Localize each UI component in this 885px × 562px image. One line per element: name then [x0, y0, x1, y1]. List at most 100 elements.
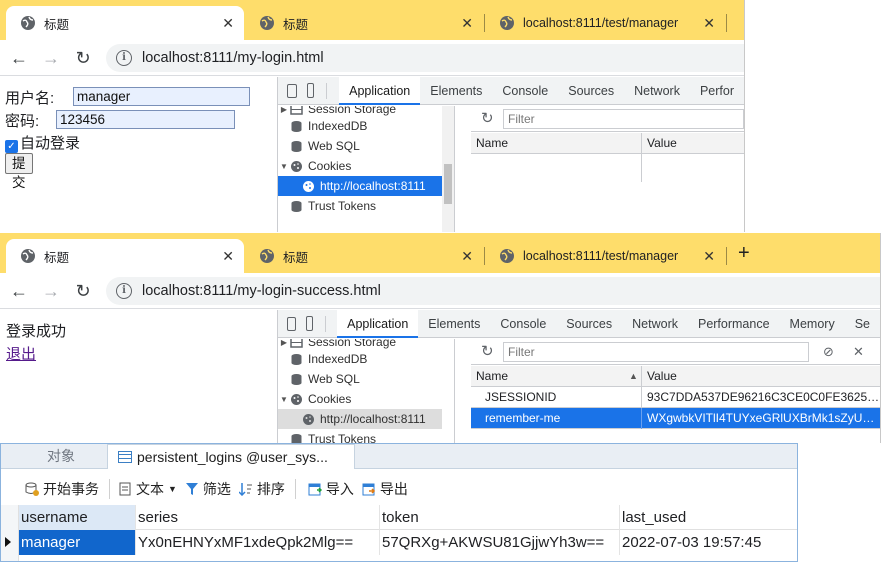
cell-last-used[interactable]: 2022-07-03 19:57:45	[620, 530, 797, 555]
forward-arrow-icon[interactable]: →	[40, 47, 62, 69]
globe-icon	[260, 249, 274, 263]
column-last-used[interactable]: last_used	[620, 505, 797, 530]
tab-2[interactable]: 标题 ✕	[245, 6, 483, 40]
tree-indexeddb[interactable]: IndexedDB	[278, 349, 442, 369]
scrollbar[interactable]	[442, 106, 454, 232]
tab-2[interactable]: 标题 ✕	[245, 239, 483, 273]
column-name[interactable]: Name	[471, 133, 642, 154]
username-input[interactable]: manager	[73, 87, 250, 106]
tab-separator	[726, 14, 727, 32]
collapse-arrow-icon[interactable]: ▼	[278, 162, 290, 171]
device-toggle-icon[interactable]	[307, 83, 315, 98]
info-icon[interactable]: i	[116, 50, 132, 66]
tab-objects[interactable]: 对象	[37, 444, 107, 469]
sort-ascending-icon[interactable]: ▲	[629, 366, 638, 387]
dropdown-arrow-icon[interactable]: ▼	[168, 484, 177, 494]
collapse-arrow-icon[interactable]: ▼	[278, 395, 290, 404]
database-icon	[291, 140, 302, 152]
tab-1[interactable]: 标题 ✕	[6, 6, 244, 40]
column-value[interactable]: Value	[642, 366, 880, 387]
cell-series[interactable]: Yx0nEHNYxMF1xdeQpk2Mlg==	[136, 530, 380, 555]
tab-performance[interactable]: Perfor	[690, 77, 744, 105]
forward-arrow-icon[interactable]: →	[40, 280, 62, 302]
close-icon[interactable]: ✕	[853, 344, 864, 360]
tab-network[interactable]: Network	[624, 77, 690, 105]
text-button[interactable]: 文本 ▼	[118, 479, 177, 499]
tree-websql[interactable]: Web SQL	[278, 136, 442, 156]
tab-3[interactable]: localhost:8111/test/manager ✕	[485, 6, 725, 40]
address-bar[interactable]: i localhost:8111/my-login-success.html	[106, 277, 880, 305]
back-arrow-icon[interactable]: ←	[8, 280, 30, 302]
device-toggle-icon[interactable]	[305, 316, 313, 331]
info-icon[interactable]: i	[116, 283, 132, 299]
tab-3[interactable]: localhost:8111/test/manager ✕	[485, 239, 725, 273]
expand-arrow-icon[interactable]: ▶	[278, 339, 290, 347]
column-series[interactable]: series	[136, 505, 380, 530]
inspect-icon[interactable]	[287, 316, 296, 331]
import-icon	[308, 483, 322, 496]
tree-indexeddb[interactable]: IndexedDB	[278, 116, 442, 136]
filter-input[interactable]: Filter	[503, 342, 809, 362]
tab-application[interactable]: Application	[337, 309, 419, 338]
import-button[interactable]: 导入	[308, 479, 354, 499]
expand-arrow-icon[interactable]: ▶	[278, 106, 290, 114]
submit-button[interactable]: 提交	[5, 153, 33, 190]
clear-filtered-icon[interactable]: ⊘	[823, 344, 834, 360]
address-bar[interactable]: i localhost:8111/my-login.html	[106, 44, 744, 72]
tree-cookies[interactable]: ▼ Cookies	[278, 156, 442, 176]
sort-button[interactable]: 排序	[238, 479, 285, 499]
tab-application[interactable]: Application	[339, 76, 421, 105]
new-tab-button[interactable]: +	[738, 243, 750, 263]
export-button[interactable]: 导出	[362, 479, 408, 499]
remember-checkbox[interactable]: ✓	[5, 140, 18, 153]
close-icon[interactable]: ✕	[461, 15, 473, 31]
filter-button[interactable]: 筛选	[185, 479, 231, 499]
tab-memory[interactable]: Memory	[780, 310, 845, 338]
cookie-pane: ↻ Filter Name Value	[471, 106, 744, 232]
browser-window-login: 标题 ✕ 标题 ✕ localhost:8111/test/manager ✕ …	[0, 0, 745, 232]
tab-console[interactable]: Console	[492, 77, 558, 105]
begin-transaction-button[interactable]: 开始事务	[25, 479, 99, 499]
devtools-panel: Application Elements Console Sources Net…	[277, 309, 880, 443]
cell-username[interactable]: manager	[19, 530, 136, 555]
password-input[interactable]: 123456	[56, 110, 235, 129]
close-icon[interactable]: ✕	[222, 248, 234, 264]
tab-1[interactable]: 标题 ✕	[6, 239, 244, 273]
close-icon[interactable]: ✕	[703, 248, 715, 264]
cell-token[interactable]: 57QRXg+AKWSU81GjjwYh3w==	[380, 530, 620, 555]
reload-icon[interactable]: ↻	[72, 47, 94, 69]
cookie-row-jsessionid[interactable]: JSESSIONID 93C7DDA537DE96216C3CE0C0FE362…	[471, 387, 880, 408]
close-icon[interactable]: ✕	[222, 15, 234, 31]
logout-link[interactable]: 退出	[6, 343, 36, 364]
table-row[interactable]: manager Yx0nEHNYxMF1xdeQpk2Mlg== 57QRXg+…	[5, 530, 797, 555]
tree-cookie-origin[interactable]: http://localhost:8111	[278, 409, 442, 429]
tab-elements[interactable]: Elements	[420, 77, 492, 105]
column-token[interactable]: token	[380, 505, 620, 530]
filter-input[interactable]: Filter	[503, 109, 744, 129]
tab-console[interactable]: Console	[490, 310, 556, 338]
tab-persistent-logins[interactable]: persistent_logins @user_sys...	[107, 444, 355, 469]
tab-elements[interactable]: Elements	[418, 310, 490, 338]
tab-performance[interactable]: Performance	[688, 310, 780, 338]
tab-security[interactable]: Se	[845, 310, 880, 338]
tree-cookie-origin[interactable]: http://localhost:8111	[278, 176, 442, 196]
tree-cookies[interactable]: ▼ Cookies	[278, 389, 442, 409]
tree-websql[interactable]: Web SQL	[278, 369, 442, 389]
tab-sources[interactable]: Sources	[558, 77, 624, 105]
reload-icon[interactable]: ↻	[72, 280, 94, 302]
tab-network[interactable]: Network	[622, 310, 688, 338]
tree-trust-tokens[interactable]: Trust Tokens	[278, 429, 442, 443]
column-name[interactable]: Name	[471, 366, 642, 387]
close-icon[interactable]: ✕	[703, 15, 715, 31]
refresh-icon[interactable]: ↻	[481, 344, 495, 359]
tree-trust-tokens[interactable]: Trust Tokens	[278, 196, 442, 216]
refresh-icon[interactable]: ↻	[481, 111, 495, 126]
close-icon[interactable]: ✕	[461, 248, 473, 264]
column-value[interactable]: Value	[642, 133, 744, 154]
tab-sources[interactable]: Sources	[556, 310, 622, 338]
scrollbar-thumb[interactable]	[444, 164, 452, 204]
back-arrow-icon[interactable]: ←	[8, 47, 30, 69]
column-username[interactable]: username	[19, 505, 136, 530]
cookie-row-remember-me[interactable]: remember-me WXgwbkVITlI4TUYxeGRlUXBrMk1s…	[471, 408, 880, 429]
inspect-icon[interactable]	[287, 83, 298, 98]
